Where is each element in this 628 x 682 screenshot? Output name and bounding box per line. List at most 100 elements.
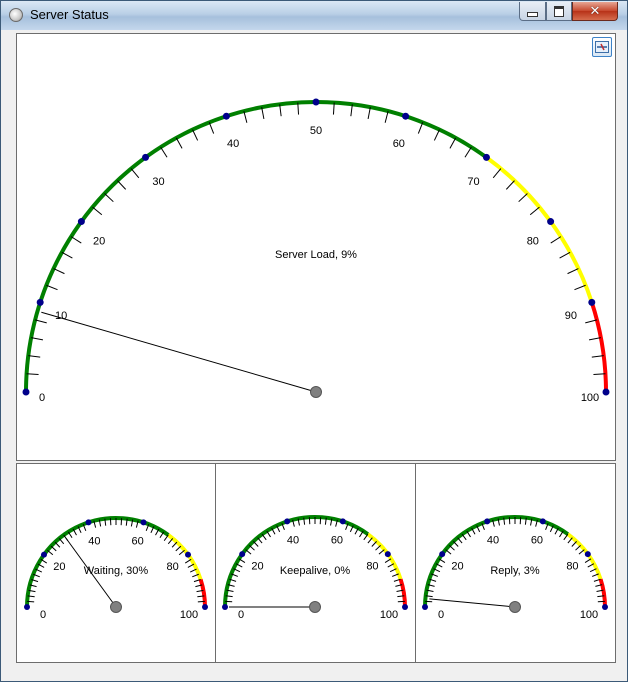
server-load-gauge: 0102030405060708090100Server Load, 9% (22, 98, 610, 404)
major-tick-dot (539, 518, 546, 525)
tick-label: 30 (152, 176, 164, 188)
scale-band-green (25, 516, 170, 608)
tick-label: 20 (451, 560, 463, 572)
tick-label: 80 (167, 561, 179, 573)
waiting-panel: 0 20 40 60 80 100 Waiting, 30% (16, 463, 216, 663)
maximize-button[interactable] (546, 2, 572, 21)
needle-hub (310, 386, 322, 398)
scale-band-green (423, 515, 570, 608)
title-bar[interactable]: Server Status ✕ (1, 1, 627, 30)
minor-tick (130, 168, 140, 179)
minor-tick (243, 110, 248, 123)
minor-tick (453, 541, 459, 547)
close-button[interactable]: ✕ (572, 2, 618, 21)
reply-gauge: 0 20 40 60 80 100 Reply, 3% (422, 515, 608, 621)
gauge-settings-icon (595, 41, 609, 53)
minor-tick (567, 537, 573, 544)
minor-tick (449, 545, 455, 551)
tick-label: 0 (238, 609, 244, 621)
server-status-window: Server Status ✕ 0 10 20 30 40 50 60 70 80 90 100 Se… (0, 0, 628, 682)
tick-label: 20 (251, 560, 263, 572)
major-tick-dot (402, 604, 408, 610)
tick-label: 40 (287, 534, 299, 546)
major-tick-dot (584, 551, 591, 558)
minor-tick (384, 110, 389, 123)
minor-tick (492, 168, 502, 179)
major-tick-dot (85, 519, 92, 526)
minor-tick (53, 268, 65, 275)
major-tick-dot (588, 298, 596, 306)
scale-band-red (198, 578, 207, 608)
tick-label: 80 (527, 235, 539, 247)
needle-hub (110, 601, 122, 613)
major-tick-dot (284, 518, 291, 525)
minor-tick (192, 129, 199, 141)
tick-label: 100 (581, 392, 599, 404)
minor-tick (574, 284, 586, 291)
minor-tick (245, 549, 252, 555)
minor-tick (261, 107, 265, 120)
major-tick-dot (185, 551, 192, 558)
minor-tick (46, 284, 58, 291)
gauge-label: Reply, 3% (490, 565, 540, 577)
waiting-gauge: 02040 6080100Waiting, 30% (24, 516, 208, 621)
minor-tick (449, 137, 457, 149)
minor-tick (54, 541, 61, 548)
minor-tick (571, 541, 577, 547)
gauge-label: Server Load, 9% (275, 249, 357, 261)
minor-tick (34, 319, 47, 324)
major-tick-dot (422, 604, 428, 610)
app-gauge-icon[interactable] (9, 8, 23, 22)
tick-label: 40 (227, 138, 239, 150)
gauge-needle (429, 598, 516, 608)
minor-tick (375, 545, 381, 551)
scale-band-red (589, 301, 608, 393)
minor-tick (371, 541, 377, 547)
minor-tick (50, 545, 57, 552)
scale-band-red (398, 578, 407, 608)
tick-label: 100 (380, 609, 398, 621)
tick-label: 0 (438, 609, 444, 621)
scale-band-yellow (566, 532, 603, 580)
major-tick-dot (142, 153, 150, 161)
scale-band-red (598, 578, 607, 608)
close-icon: ✕ (589, 3, 601, 19)
minor-tick (567, 268, 579, 275)
minor-tick (367, 107, 371, 120)
client-area: 0 10 20 30 40 50 60 70 80 90 100 Server Load, 9% 02… (7, 30, 621, 676)
major-tick-dot (77, 218, 85, 226)
maximize-icon (554, 5, 564, 17)
minor-tick (505, 180, 515, 190)
major-tick-dot (24, 604, 30, 610)
window-title: Server Status (30, 7, 109, 22)
tick-label: 20 (93, 235, 105, 247)
major-tick-dot (239, 551, 246, 558)
major-tick-dot (402, 112, 410, 120)
major-tick-dot (22, 388, 30, 396)
major-tick-dot (339, 518, 346, 525)
tick-label: 80 (566, 560, 578, 572)
minor-tick (70, 236, 82, 244)
major-tick-dot (547, 218, 555, 226)
major-tick-dot (312, 98, 320, 106)
server-load-panel: 0 10 20 30 40 50 60 70 80 90 100 Server Load, 9% (16, 33, 616, 461)
scale-band-yellow (366, 532, 403, 580)
minor-tick (171, 541, 178, 548)
major-tick-dot (202, 604, 208, 610)
minor-tick (58, 538, 65, 545)
minor-tick (253, 541, 259, 547)
minor-tick (433, 129, 440, 141)
needle-hub (309, 601, 321, 613)
major-tick-dot (40, 551, 47, 558)
tick-label: 20 (53, 561, 65, 573)
minor-tick (160, 146, 168, 158)
minor-tick (175, 545, 182, 552)
tick-label: 60 (331, 534, 343, 546)
minor-tick (61, 251, 73, 259)
minor-tick (104, 193, 114, 203)
minor-tick (378, 549, 385, 555)
needle-hub (509, 601, 521, 613)
minimize-button[interactable] (519, 2, 546, 21)
major-tick-dot (384, 551, 391, 558)
gauge-settings-button[interactable] (592, 37, 612, 57)
